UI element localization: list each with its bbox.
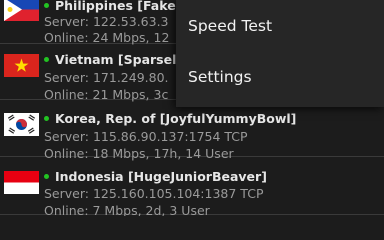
philippines-flag-icon xyxy=(4,0,39,21)
server-row-korea[interactable]: Korea, Rep. of [JoyfulYummyBowl] Server:… xyxy=(0,101,384,161)
indonesia-flag-icon xyxy=(4,171,39,194)
online-status-icon xyxy=(44,57,49,62)
server-name-text: Korea, Rep. of [JoyfulYummyBowl] xyxy=(55,111,297,126)
server-name: Vietnam [Sparsel xyxy=(44,52,176,67)
server-address: Server: 125.160.105.104:1387 TCP xyxy=(44,186,264,201)
online-status-icon xyxy=(44,174,49,179)
vietnam-flag-icon xyxy=(4,54,39,77)
server-name: Indonesia [HugeJuniorBeaver] xyxy=(44,169,267,184)
server-address: Server: 171.249.80. xyxy=(44,70,169,85)
server-name-text: Indonesia [HugeJuniorBeaver] xyxy=(55,169,267,184)
south-korea-flag-icon xyxy=(4,113,39,136)
server-name-text: Philippines [Fake xyxy=(55,0,176,13)
server-online-stats: Online: 24 Mbps, 12 xyxy=(44,30,170,45)
server-name: Philippines [Fake xyxy=(44,0,176,13)
server-online-stats: Online: 21 Mbps, 3c xyxy=(44,87,169,102)
menu-item-settings[interactable]: Settings xyxy=(188,68,252,86)
online-status-icon xyxy=(44,3,49,8)
server-name: Korea, Rep. of [JoyfulYummyBowl] xyxy=(44,111,296,126)
server-address: Server: 122.53.63.3 xyxy=(44,14,169,29)
overflow-menu: Speed Test Settings xyxy=(176,0,384,107)
server-row-indonesia[interactable]: Indonesia [HugeJuniorBeaver] Server: 125… xyxy=(0,159,384,216)
server-name-text: Vietnam [Sparsel xyxy=(55,52,177,67)
menu-item-speed-test[interactable]: Speed Test xyxy=(188,17,272,35)
online-status-icon xyxy=(44,116,49,121)
server-address: Server: 115.86.90.137:1754 TCP xyxy=(44,129,248,144)
vpn-server-list-screen: Philippines [Fake Server: 122.53.63.3 On… xyxy=(0,0,384,216)
server-online-stats: Online: 7 Mbps, 2d, 3 User xyxy=(44,203,210,216)
